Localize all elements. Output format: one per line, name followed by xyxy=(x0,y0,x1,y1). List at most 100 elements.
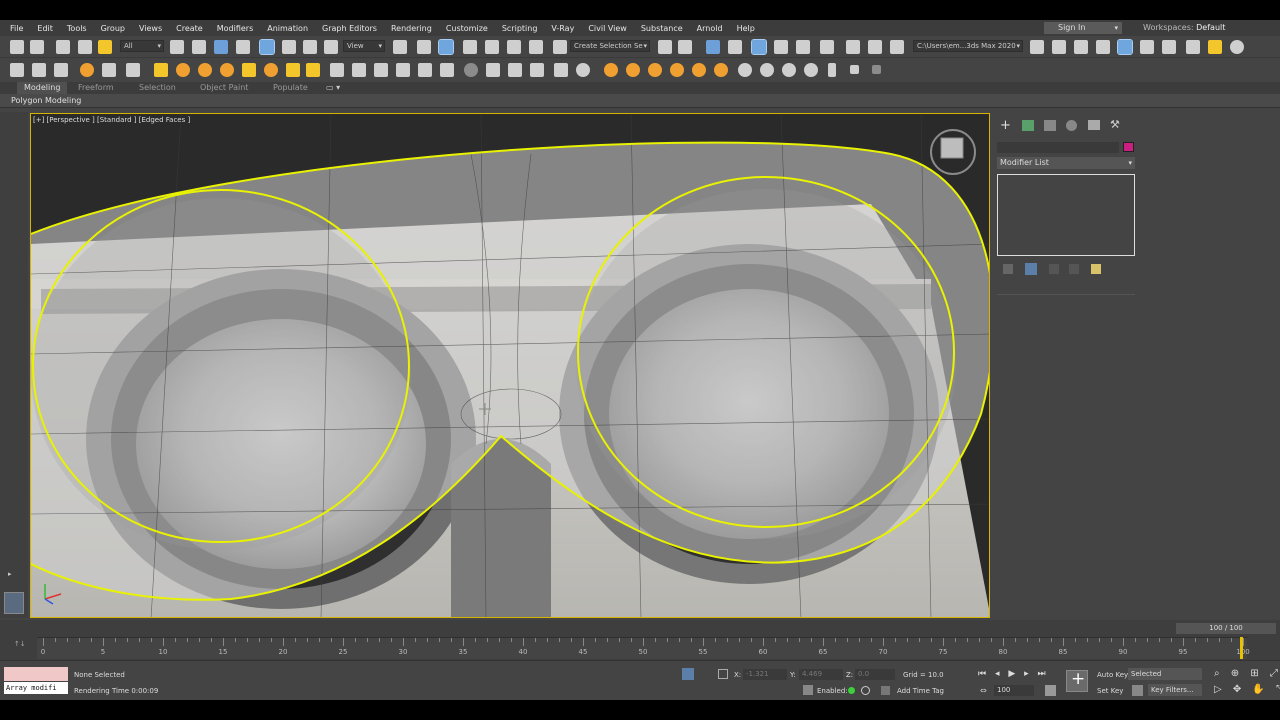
menu-animation[interactable]: Animation xyxy=(260,24,315,33)
enabled-indicator[interactable] xyxy=(848,687,855,694)
select-object-icon[interactable] xyxy=(170,40,184,54)
menu-substance[interactable]: Substance xyxy=(634,24,690,33)
playback-controls[interactable]: ⏮ ◂ ▶ ▸ ⏭ xyxy=(978,669,1049,679)
vray-tool-5-icon[interactable] xyxy=(554,63,568,77)
menu-group[interactable]: Group xyxy=(94,24,132,33)
close-render-icon[interactable] xyxy=(872,65,881,74)
set-keys-button[interactable]: + xyxy=(1066,669,1088,692)
help-icon[interactable] xyxy=(1230,40,1244,54)
tab-populate[interactable]: Populate xyxy=(273,82,308,94)
project-folder-dropdown[interactable]: C:\Users\em...3ds Max 2020 xyxy=(913,40,1023,52)
menu-graph-editors[interactable]: Graph Editors xyxy=(315,24,384,33)
workspaces-selector[interactable]: Workspaces: Default xyxy=(1143,22,1225,34)
vray-tool-3-icon[interactable] xyxy=(508,63,522,77)
pivot-center-icon[interactable] xyxy=(393,40,407,54)
show-end-result-icon[interactable] xyxy=(1025,263,1037,275)
vray-light-7-icon[interactable] xyxy=(286,63,300,77)
select-by-name-icon[interactable] xyxy=(192,40,206,54)
toolbar-extra-4-icon[interactable] xyxy=(1096,40,1110,54)
tab-modeling[interactable]: Modeling xyxy=(17,82,68,94)
vray-light-6-icon[interactable] xyxy=(264,63,278,77)
select-manipulate-icon[interactable] xyxy=(417,40,431,54)
hierarchy-tab-icon[interactable] xyxy=(1044,120,1056,131)
adaptive-degradation-icon[interactable] xyxy=(803,685,813,695)
polygon-modeling-panel-title[interactable]: Polygon Modeling xyxy=(11,96,81,105)
menu-civil-view[interactable]: Civil View xyxy=(581,24,634,33)
object-color-swatch[interactable] xyxy=(1123,142,1134,152)
auto-key-button[interactable]: Auto Key xyxy=(1097,671,1128,679)
select-and-move-icon[interactable] xyxy=(259,39,275,55)
arnold-tool-10-icon[interactable] xyxy=(804,63,818,77)
reference-coordinate-dropdown[interactable]: View xyxy=(343,40,385,52)
vray-light-1-icon[interactable] xyxy=(154,63,168,77)
menu-views[interactable]: Views xyxy=(132,24,169,33)
vray-light-4-icon[interactable] xyxy=(220,63,234,77)
bind-space-warp-icon[interactable] xyxy=(98,40,112,54)
viewport-label[interactable]: [+] [Perspective ] [Standard ] [Edged Fa… xyxy=(33,116,190,124)
menu-edit[interactable]: Edit xyxy=(30,24,60,33)
link-icon[interactable] xyxy=(56,40,70,54)
percent-snap-icon[interactable] xyxy=(507,40,521,54)
time-configuration-icon[interactable] xyxy=(1045,685,1056,696)
arnold-tool-3-icon[interactable] xyxy=(648,63,662,77)
modifier-stack[interactable] xyxy=(997,174,1135,256)
menu-arnold[interactable]: Arnold xyxy=(690,24,730,33)
vray-tool-4-icon[interactable] xyxy=(530,63,544,77)
modify-tab-icon[interactable] xyxy=(1022,120,1034,131)
vray-tool-1-icon[interactable] xyxy=(464,63,478,77)
perspective-viewport[interactable]: [+] [Perspective ] [Standard ] [Edged Fa… xyxy=(30,113,990,618)
play-render-icon[interactable] xyxy=(828,63,836,77)
named-selection-dropdown[interactable]: Create Selection Se xyxy=(570,40,650,52)
viewport-layout-button[interactable] xyxy=(4,592,24,614)
menu-modifiers[interactable]: Modifiers xyxy=(210,24,261,33)
menu-vray[interactable]: V-Ray xyxy=(544,24,581,33)
vray-object-6-icon[interactable] xyxy=(440,63,454,77)
unlink-icon[interactable] xyxy=(78,40,92,54)
add-time-tag-icon[interactable] xyxy=(881,686,890,695)
set-key-button[interactable]: Set Key xyxy=(1097,687,1123,695)
ribbon-options-icon[interactable]: ▭ ▾ xyxy=(326,82,340,94)
toolbar-extra-6-icon[interactable] xyxy=(1140,40,1154,54)
object-name-field[interactable] xyxy=(997,142,1119,153)
key-filters-button[interactable]: Key Filters... xyxy=(1148,684,1202,696)
toggle-ribbon-icon[interactable] xyxy=(751,39,767,55)
redo-icon[interactable] xyxy=(30,40,44,54)
sign-in-button[interactable]: Sign In xyxy=(1044,22,1122,34)
select-and-scale-icon[interactable] xyxy=(303,40,317,54)
arnold-tool-1-icon[interactable] xyxy=(604,63,618,77)
y-coordinate-field[interactable]: 4.469 xyxy=(799,669,843,680)
render-production-icon[interactable] xyxy=(890,40,904,54)
stop-render-icon[interactable] xyxy=(850,65,859,74)
menu-file[interactable]: File xyxy=(3,24,30,33)
menu-help[interactable]: Help xyxy=(730,24,762,33)
menu-rendering[interactable]: Rendering xyxy=(384,24,439,33)
select-and-rotate-icon[interactable] xyxy=(282,40,296,54)
mirror-icon[interactable] xyxy=(658,40,672,54)
menu-customize[interactable]: Customize xyxy=(439,24,495,33)
window-crossing-icon[interactable] xyxy=(236,40,250,54)
vray-object-4-icon[interactable] xyxy=(396,63,410,77)
toolbar-extra-3-icon[interactable] xyxy=(1074,40,1088,54)
edit-named-selection-icon[interactable] xyxy=(553,40,567,54)
undo-icon[interactable] xyxy=(10,40,24,54)
absolute-mode-icon[interactable] xyxy=(718,669,728,679)
vray-object-1-icon[interactable] xyxy=(330,63,344,77)
menu-create[interactable]: Create xyxy=(169,24,210,33)
make-unique-icon[interactable] xyxy=(1049,264,1059,274)
toolbar-extra-5-icon[interactable] xyxy=(1117,39,1133,55)
material-editor-icon[interactable] xyxy=(820,40,834,54)
isolate-selection-icon[interactable] xyxy=(682,668,694,680)
vray-tool-6-icon[interactable] xyxy=(576,63,590,77)
key-mode-icon[interactable]: ⇔ xyxy=(980,686,987,695)
toolbar-extra-2-icon[interactable] xyxy=(1052,40,1066,54)
spinner-snap-icon[interactable] xyxy=(529,40,543,54)
toolbar-extra-1-icon[interactable] xyxy=(1030,40,1044,54)
render-setup-icon[interactable] xyxy=(846,40,860,54)
align-icon[interactable] xyxy=(678,40,692,54)
rectangular-selection-icon[interactable] xyxy=(214,40,228,54)
arnold-tool-8-icon[interactable] xyxy=(760,63,774,77)
toggle-scene-explorer-icon[interactable] xyxy=(706,40,720,54)
display-tab-icon[interactable] xyxy=(1088,120,1100,130)
toolbar-extra-8-icon[interactable] xyxy=(1186,40,1200,54)
vray-light-5-icon[interactable] xyxy=(242,63,256,77)
